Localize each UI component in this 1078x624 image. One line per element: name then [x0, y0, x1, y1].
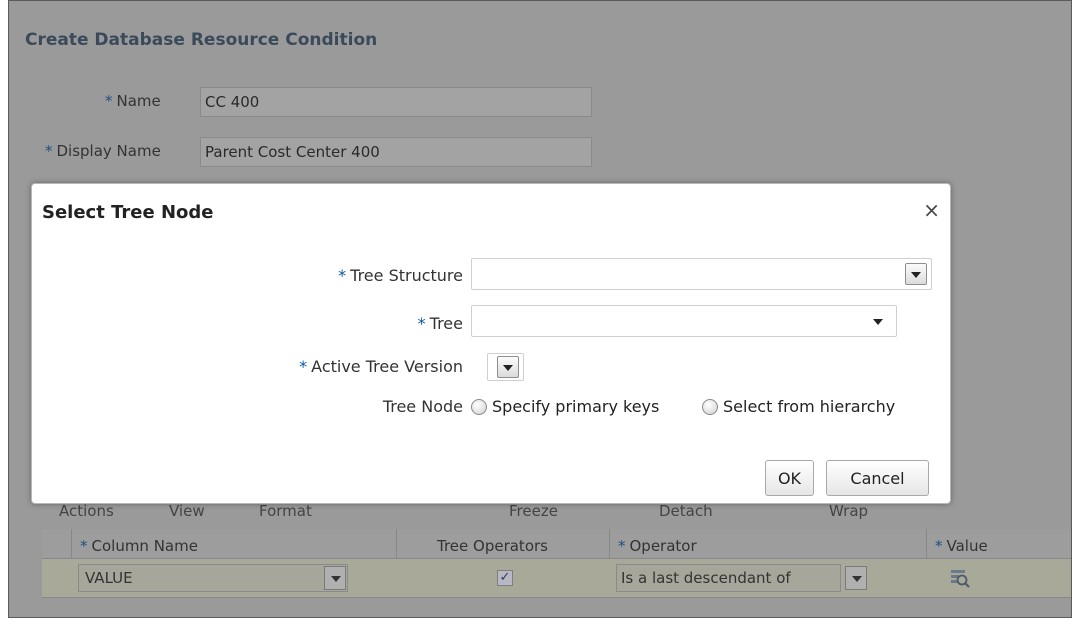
chevron-down-icon[interactable] — [845, 566, 867, 590]
chevron-down-icon[interactable] — [497, 356, 519, 378]
chevron-down-icon[interactable] — [324, 566, 346, 590]
page-title: Create Database Resource Condition — [25, 30, 378, 50]
tree-operators-checkbox[interactable]: ✓ — [497, 570, 513, 586]
chevron-down-icon[interactable] — [868, 311, 890, 333]
toolbar-actions[interactable]: Actions — [59, 502, 114, 520]
value-header: * Value — [927, 529, 1071, 559]
tree-label: * Tree — [417, 314, 463, 333]
toolbar-freeze[interactable]: Freeze — [509, 502, 558, 520]
radio-select-from-hierarchy[interactable] — [702, 399, 718, 415]
conditions-table: * Column Name Tree Operators * Operator * V… — [42, 529, 1071, 617]
display-name-field[interactable]: Parent Cost Center 400 — [200, 137, 592, 167]
active-tree-version-select[interactable] — [487, 353, 524, 381]
select-tree-node-dialog: Select Tree Node × * Tree Structure * Tree… — [31, 183, 951, 504]
tree-structure-label: * Tree Structure — [338, 266, 463, 285]
toolbar-format[interactable]: Format — [259, 502, 312, 520]
search-icon[interactable] — [950, 568, 970, 588]
display-name-label: * Display Name — [45, 142, 161, 160]
tree-operators-header: Tree Operators — [397, 529, 610, 559]
tree-node-label: Tree Node — [382, 397, 463, 416]
close-icon[interactable]: × — [923, 198, 940, 222]
radio-specify-primary-keys[interactable] — [471, 399, 487, 415]
toolbar-detach[interactable]: Detach — [659, 502, 713, 520]
chevron-down-icon[interactable] — [905, 263, 927, 285]
dialog-title: Select Tree Node — [42, 202, 214, 223]
tree-structure-select[interactable] — [471, 258, 932, 290]
operator-header: * Operator — [610, 529, 927, 559]
name-field[interactable]: CC 400 — [200, 87, 592, 117]
table-row[interactable]: VALUE ✓ Is a last descendant of — [42, 559, 1071, 598]
toolbar-wrap[interactable]: Wrap — [829, 502, 868, 520]
toolbar-view[interactable]: View — [169, 502, 205, 520]
active-tree-version-label: * Active Tree Version — [299, 357, 463, 376]
radio-specify-primary-keys-label[interactable]: Specify primary keys — [492, 397, 659, 416]
radio-select-from-hierarchy-label[interactable]: Select from hierarchy — [723, 397, 895, 416]
name-label: * Name — [105, 92, 161, 110]
tree-select[interactable] — [471, 305, 897, 337]
column-name-header: * Column Name — [72, 529, 397, 559]
table-row-selector-header — [42, 529, 72, 559]
column-name-field[interactable]: VALUE — [78, 564, 348, 592]
operator-select[interactable]: Is a last descendant of — [616, 564, 841, 592]
ok-button[interactable]: OK — [765, 460, 814, 496]
cancel-button[interactable]: Cancel — [826, 460, 929, 496]
